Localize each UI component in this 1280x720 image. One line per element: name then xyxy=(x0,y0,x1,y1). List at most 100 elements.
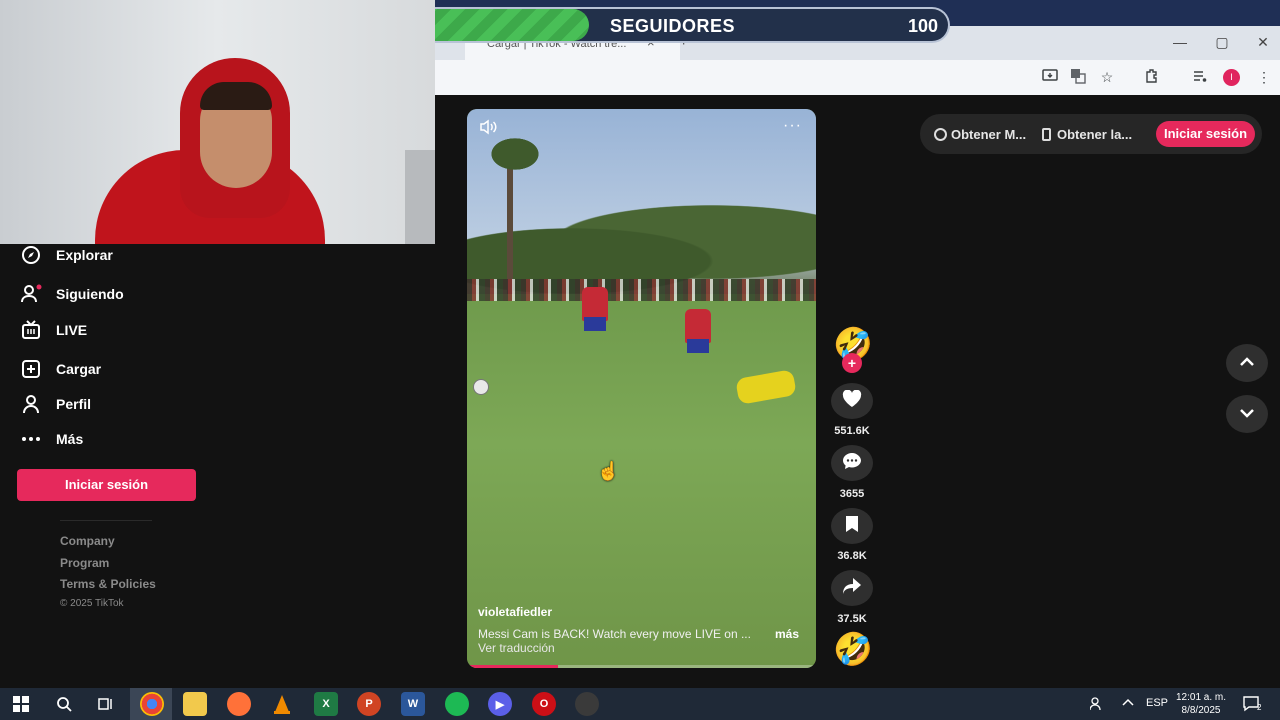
sidebar-item-mas[interactable]: Más xyxy=(20,428,83,450)
video-progress-bar[interactable] xyxy=(467,665,816,668)
copyright-text: © 2025 TikTok xyxy=(60,598,124,609)
video-more-options-icon[interactable]: ··· xyxy=(783,117,802,135)
get-app-label: Obtener M... xyxy=(951,127,1027,142)
notification-count: 2 xyxy=(1257,703,1262,712)
mouse-cursor-icon: ☝ xyxy=(597,461,620,481)
minimize-icon[interactable]: — xyxy=(1170,34,1190,50)
clock-date: 8/8/2025 xyxy=(1181,705,1221,716)
tray-chevron-up-icon[interactable] xyxy=(1122,697,1134,709)
install-app-icon[interactable] xyxy=(1041,68,1059,86)
vlc-icon[interactable] xyxy=(270,692,294,716)
followers-progress-fill xyxy=(435,9,589,41)
translate-icon[interactable] xyxy=(1069,68,1087,86)
bookmark-star-icon[interactable]: ☆ xyxy=(1098,68,1116,86)
sidebar-item-label: Siguiendo xyxy=(56,286,124,302)
search-icon[interactable] xyxy=(52,692,76,716)
sidebar-divider xyxy=(60,520,152,521)
video-caption: Messi Cam is BACK! Watch every move LIVE… xyxy=(478,627,751,641)
word-icon[interactable]: W xyxy=(401,692,425,716)
chrome-icon[interactable] xyxy=(140,692,164,716)
footer-link-program[interactable]: Program xyxy=(60,556,109,570)
browser-toolbar: ☆ I ⋮ xyxy=(435,60,1280,95)
sidebar-login-button[interactable]: Iniciar sesión xyxy=(17,469,196,501)
opera-icon[interactable]: O xyxy=(532,692,556,716)
windows-start-icon[interactable] xyxy=(9,692,33,716)
followers-label: SEGUIDORES xyxy=(610,16,736,36)
like-count: 551.6K xyxy=(834,425,870,437)
chevron-up-icon xyxy=(1239,354,1255,372)
webcam-person-hair xyxy=(200,82,272,110)
file-explorer-icon[interactable] xyxy=(183,692,207,716)
webcam-curtain xyxy=(405,150,435,244)
chevron-down-icon xyxy=(1239,405,1255,423)
video-palm-leaves xyxy=(485,134,545,174)
video-player-red-2 xyxy=(685,309,711,353)
previous-video-button[interactable] xyxy=(1226,344,1268,382)
phone-icon xyxy=(1042,128,1051,141)
following-icon xyxy=(20,283,42,305)
obs-icon[interactable] xyxy=(575,692,599,716)
sidebar-item-perfil[interactable]: Perfil xyxy=(20,393,91,415)
footer-link-company[interactable]: Company xyxy=(60,534,115,548)
share-count: 37.5K xyxy=(837,613,867,625)
music-disc[interactable]: 🤣 xyxy=(832,630,874,668)
live-tv-icon xyxy=(20,319,42,341)
main-feed: ··· ☝ violetafiedler Messi Cam is BACK! … xyxy=(435,95,1280,680)
sidebar-item-live[interactable]: LIVE xyxy=(20,319,87,341)
heart-icon xyxy=(842,389,862,413)
sidebar-item-siguiendo[interactable]: Siguiendo xyxy=(20,283,124,305)
caption-more-link[interactable]: más xyxy=(775,627,799,641)
sidebar-item-cargar[interactable]: Cargar xyxy=(20,358,101,380)
followers-progress-bar: SEGUIDORES 100 xyxy=(435,7,950,43)
language-indicator[interactable]: ESP xyxy=(1146,697,1168,709)
maximize-icon[interactable]: ▢ xyxy=(1212,34,1232,51)
upload-plus-icon xyxy=(20,358,42,380)
sidebar-item-label: Explorar xyxy=(56,247,113,263)
comment-icon xyxy=(842,452,862,475)
webcam-feed xyxy=(0,0,435,244)
share-button[interactable] xyxy=(831,570,873,606)
excel-icon[interactable]: X xyxy=(314,692,338,716)
top-right-actions: Obtener M... Obtener la... Iniciar sesió… xyxy=(920,114,1262,154)
taskbar-clock[interactable]: 12:01 a. m. 8/8/2025 xyxy=(1168,691,1234,717)
video-player-shorts xyxy=(584,317,606,331)
like-button[interactable] xyxy=(831,383,873,419)
video-author[interactable]: violetafiedler xyxy=(478,605,552,619)
video-progress-fill xyxy=(467,665,558,668)
get-app-link[interactable]: Obtener M... xyxy=(934,127,1026,142)
sidebar-item-explorar[interactable]: Explorar xyxy=(20,244,113,266)
video-player[interactable]: ··· ☝ violetafiedler Messi Cam is BACK! … xyxy=(467,109,816,668)
media-control-icon[interactable] xyxy=(1191,68,1209,86)
followers-count: 100 xyxy=(907,16,938,36)
get-desktop-label: Obtener la... xyxy=(1057,127,1133,142)
comment-count: 3655 xyxy=(839,488,865,500)
browser-menu-icon[interactable]: ⋮ xyxy=(1255,68,1273,86)
comment-button[interactable] xyxy=(831,445,873,481)
get-desktop-link[interactable]: Obtener la... xyxy=(1042,127,1132,142)
profile-icon xyxy=(20,393,42,415)
header-login-button[interactable]: Iniciar sesión xyxy=(1156,121,1255,147)
footer-link-terms[interactable]: Terms & Policies xyxy=(60,577,156,591)
people-icon[interactable] xyxy=(1089,697,1104,714)
follow-plus-button[interactable]: + xyxy=(842,353,862,373)
bookmark-icon xyxy=(845,515,859,538)
media-player-icon[interactable]: ▶ xyxy=(488,692,512,716)
firefox-icon[interactable] xyxy=(227,692,251,716)
sidebar-item-label: Perfil xyxy=(56,396,92,412)
extensions-icon[interactable] xyxy=(1143,68,1161,86)
profile-avatar[interactable]: I xyxy=(1223,69,1240,86)
powerpoint-icon[interactable]: P xyxy=(357,692,381,716)
translate-link[interactable]: Ver traducción xyxy=(478,641,555,655)
save-button[interactable] xyxy=(831,508,873,544)
spotify-icon[interactable] xyxy=(445,692,469,716)
sidebar-item-label: Cargar xyxy=(56,361,102,377)
clock-time: 12:01 a. m. xyxy=(1175,692,1227,703)
close-window-icon[interactable]: ✕ xyxy=(1253,34,1273,51)
sidebar-item-label: LIVE xyxy=(56,322,88,338)
more-dots-icon xyxy=(20,428,42,450)
compass-small-icon xyxy=(934,128,947,141)
volume-icon[interactable] xyxy=(479,119,499,139)
next-video-button[interactable] xyxy=(1226,395,1268,433)
windows-taskbar: X P W ▶ O ESP 12:01 a. m. 8/8/2025 2 xyxy=(0,688,1280,720)
task-view-icon[interactable] xyxy=(94,692,118,716)
